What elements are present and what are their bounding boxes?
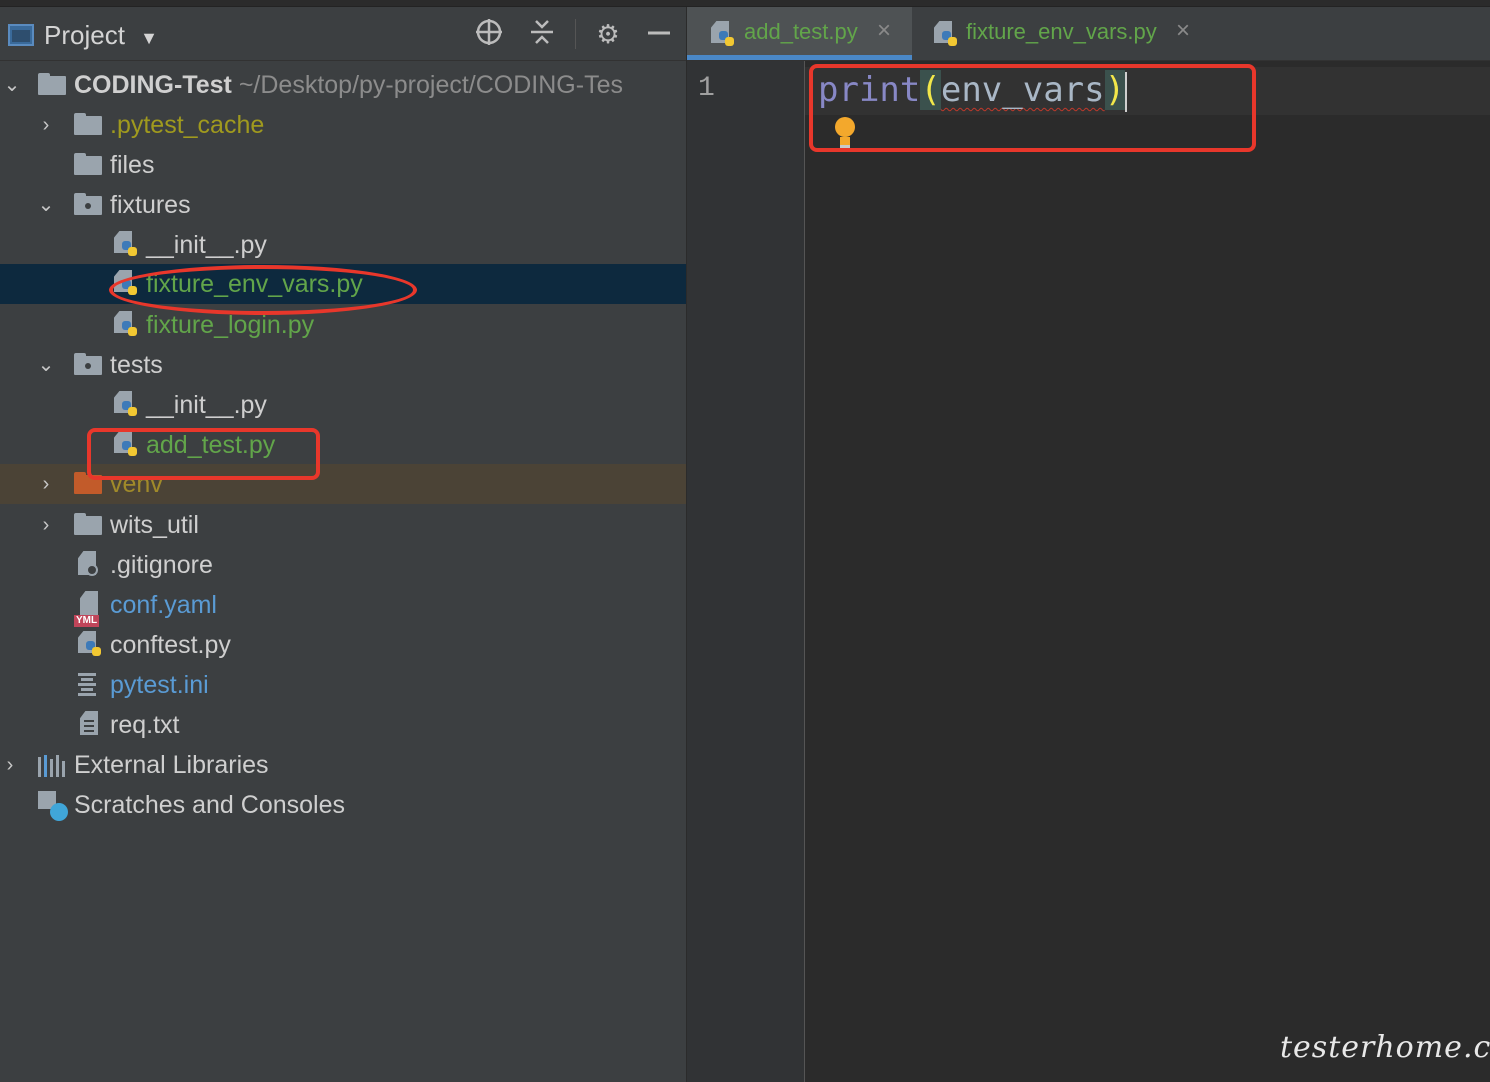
tree-row-tests-init[interactable]: __init__.py <box>0 385 686 425</box>
tree-row-tests[interactable]: ⌄ tests <box>0 345 686 385</box>
tree-label-fixtures: fixtures <box>110 191 191 219</box>
code-editor[interactable]: print(env_vars) <box>805 61 1490 1082</box>
tree-row-pytest-ini[interactable]: pytest.ini <box>0 665 686 705</box>
tree-label-wits-util: wits_util <box>110 511 199 539</box>
editor-tab-bar: add_test.py × fixture_env_vars.py × <box>687 7 1490 61</box>
tree-row-conf-yaml[interactable]: YML conf.yaml <box>0 585 686 627</box>
project-panel: Project ▼ ⚙ ⌄ CODING-Test ~/Desktop/py-p… <box>0 7 686 1082</box>
header-separator <box>575 19 576 49</box>
close-icon[interactable]: × <box>877 17 891 45</box>
tree-label-fixtures-init: __init__.py <box>146 231 267 259</box>
tree-label-files: files <box>110 151 155 179</box>
annotation-rect-code <box>809 64 1256 152</box>
libraries-icon <box>38 755 68 777</box>
tree-row-files[interactable]: files <box>0 145 686 185</box>
folder-icon <box>74 153 102 175</box>
chevron-right-icon[interactable]: › <box>36 105 56 145</box>
tree-row-scratches[interactable]: Scratches and Consoles <box>0 785 686 825</box>
folder-icon <box>74 513 102 535</box>
python-file-icon <box>112 311 138 339</box>
root-path: ~/Desktop/py-project/CODING-Tes <box>238 71 623 99</box>
package-folder-icon <box>74 193 102 215</box>
ignore-file-icon <box>76 551 100 579</box>
python-file-icon <box>932 21 958 49</box>
watermark: testerhome.com <box>1280 1030 1490 1065</box>
project-title: Project <box>44 20 125 50</box>
python-file-icon <box>76 631 102 659</box>
text-file-icon <box>78 711 102 739</box>
annotation-ellipse <box>109 265 417 315</box>
tree-label-tests: tests <box>110 351 163 379</box>
tree-row-gitignore[interactable]: .gitignore <box>0 545 686 585</box>
editor-gutter: 1 <box>687 61 805 1082</box>
tab-label: fixture_env_vars.py <box>966 19 1157 44</box>
gear-icon[interactable]: ⚙ <box>591 17 625 51</box>
collapse-all-icon[interactable] <box>525 17 559 51</box>
chevron-right-icon[interactable]: › <box>0 745 20 785</box>
project-view-icon <box>8 24 34 46</box>
chevron-down-icon[interactable]: ⌄ <box>36 185 56 225</box>
tree-row-conftest[interactable]: conftest.py <box>0 625 686 665</box>
window-top-edge <box>0 0 1490 7</box>
tree-label-gitignore: .gitignore <box>110 551 213 579</box>
ini-file-icon <box>76 673 98 697</box>
package-folder-icon <box>74 353 102 375</box>
tree-label-external-libraries: External Libraries <box>74 751 269 779</box>
tree-row-pytest-cache[interactable]: › .pytest_cache <box>0 105 686 145</box>
tree-row-wits-util[interactable]: › wits_util <box>0 505 686 545</box>
folder-icon <box>74 113 102 135</box>
tree-row-root[interactable]: ⌄ CODING-Test ~/Desktop/py-project/CODIN… <box>0 65 686 105</box>
python-file-icon <box>112 231 138 259</box>
chevron-right-icon[interactable]: › <box>36 464 56 504</box>
tree-label-pytest-ini: pytest.ini <box>110 671 209 699</box>
chevron-down-icon: ▼ <box>140 28 158 48</box>
tree-row-req-txt[interactable]: req.txt <box>0 705 686 745</box>
tree-row-external-libraries[interactable]: › External Libraries <box>0 745 686 785</box>
python-file-icon <box>709 21 735 49</box>
tree-label-root: CODING-Test ~/Desktop/py-project/CODING-… <box>74 71 623 99</box>
line-number: 1 <box>698 73 715 104</box>
annotation-rect-add-test <box>87 428 320 480</box>
close-icon[interactable]: × <box>1176 17 1190 45</box>
tree-label-conf-yaml: conf.yaml <box>110 591 217 619</box>
tree-label-scratches: Scratches and Consoles <box>74 791 345 819</box>
locate-icon[interactable] <box>472 17 506 51</box>
tree-label-conftest: conftest.py <box>110 631 231 659</box>
tab-add-test[interactable]: add_test.py × <box>687 7 912 60</box>
tab-label: add_test.py <box>744 19 858 44</box>
chevron-right-icon[interactable]: › <box>36 505 56 545</box>
tree-label-tests-init: __init__.py <box>146 391 267 419</box>
python-file-icon <box>112 391 138 419</box>
tree-row-fixtures[interactable]: ⌄ fixtures <box>0 185 686 225</box>
active-tab-indicator <box>687 55 912 60</box>
minimize-icon[interactable] <box>642 17 676 51</box>
chevron-down-icon[interactable]: ⌄ <box>2 65 22 105</box>
tree-label-pytest-cache: .pytest_cache <box>110 111 265 139</box>
tree-label-req-txt: req.txt <box>110 711 180 739</box>
chevron-down-icon[interactable]: ⌄ <box>36 345 56 385</box>
tree-row-fixtures-init[interactable]: __init__.py <box>0 225 686 265</box>
project-view-selector[interactable]: Project ▼ <box>44 20 158 51</box>
folder-icon <box>38 73 66 95</box>
scratches-icon <box>38 791 68 821</box>
tab-fixture-env-vars[interactable]: fixture_env_vars.py × <box>912 7 1202 60</box>
yaml-file-icon: YML <box>74 591 100 627</box>
project-panel-header: Project ▼ ⚙ <box>0 7 686 61</box>
